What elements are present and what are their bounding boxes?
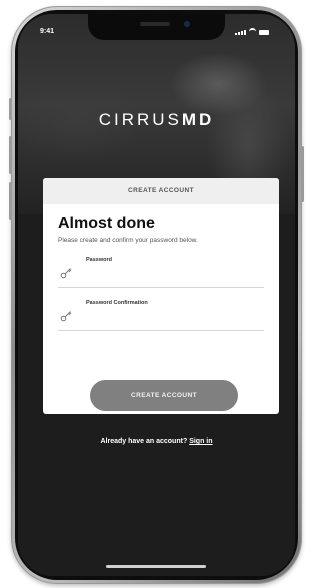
signin-prompt-row: Already have an account? Sign in xyxy=(18,438,295,445)
password-label: Password xyxy=(86,257,112,263)
card-title: Almost done xyxy=(58,215,155,232)
power-button xyxy=(301,146,304,202)
key-icon xyxy=(60,268,72,279)
password-field: Password xyxy=(58,257,265,288)
password-confirmation-field: Password Confirmation xyxy=(58,300,265,331)
key-icon xyxy=(60,311,72,322)
mute-switch xyxy=(9,98,12,120)
notch xyxy=(88,14,225,40)
logo-text-cirrus: CIRRUS xyxy=(98,110,182,129)
phone-screen: 9:41 CIRRUSMD CREATE ACCOUNT Almost done… xyxy=(18,14,295,576)
create-account-card: CREATE ACCOUNT Almost done Please create… xyxy=(43,178,279,414)
password-confirmation-label: Password Confirmation xyxy=(86,300,148,306)
battery-icon xyxy=(259,30,269,35)
create-account-button[interactable]: CREATE ACCOUNT xyxy=(90,380,238,411)
signin-prompt-text: Already have an account? xyxy=(100,438,188,445)
card-header: CREATE ACCOUNT xyxy=(43,178,279,204)
home-indicator[interactable] xyxy=(106,565,206,568)
card-subtitle: Please create and confirm your password … xyxy=(58,237,198,244)
logo-text-md: MD xyxy=(181,110,215,129)
front-camera xyxy=(184,21,190,27)
password-input[interactable] xyxy=(86,267,265,285)
wifi-icon xyxy=(249,28,256,35)
speaker-grille xyxy=(140,22,170,26)
signal-icon xyxy=(235,30,246,35)
status-icons xyxy=(235,28,269,35)
cirrusmd-logo: CIRRUSMD xyxy=(18,110,295,130)
stage: 9:41 CIRRUSMD CREATE ACCOUNT Almost done… xyxy=(0,0,313,588)
volume-down-button xyxy=(9,182,12,220)
password-confirmation-input[interactable] xyxy=(86,310,265,328)
status-time: 9:41 xyxy=(40,28,55,35)
signin-link[interactable]: Sign in xyxy=(189,438,212,445)
volume-up-button xyxy=(9,136,12,174)
